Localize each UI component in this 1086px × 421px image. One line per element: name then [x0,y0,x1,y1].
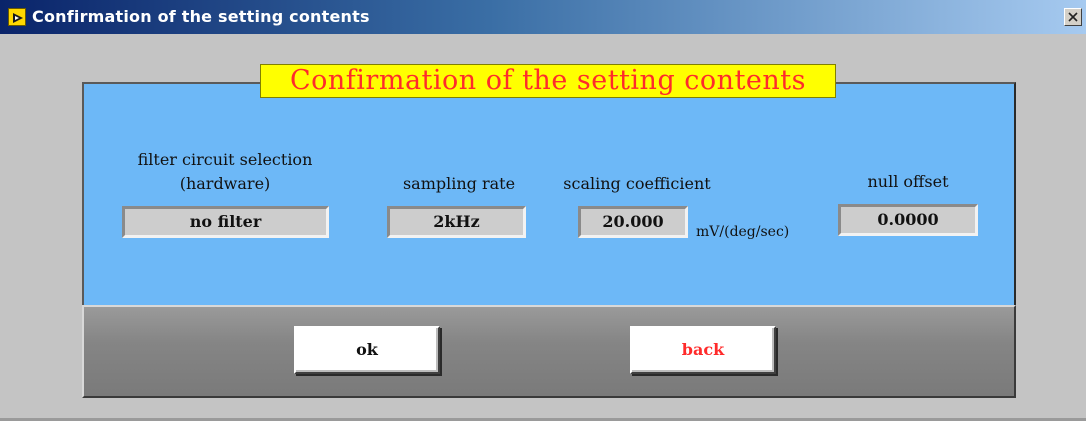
panel-heading: Confirmation of the setting contents [260,64,836,98]
app-icon[interactable] [8,8,26,26]
back-button[interactable]: back [630,326,776,374]
button-bar [82,305,1016,398]
sampling-rate-label: sampling rate [402,174,516,193]
scaling-coefficient-label: scaling coefficient [563,174,711,193]
filter-label-line2: (hardware) [179,174,271,193]
null-offset-value: 0.0000 [838,204,978,236]
title-bar[interactable]: Confirmation of the setting contents [0,0,1086,34]
settings-panel [82,82,1016,310]
window-title: Confirmation of the setting contents [32,7,370,26]
filter-label-line1: filter circuit selection [137,150,313,169]
sampling-rate-value: 2kHz [387,206,526,238]
close-icon[interactable] [1064,8,1082,26]
filter-value: no filter [122,206,329,238]
scaling-coefficient-value: 20.000 [578,206,688,238]
scaling-unit: mV/(deg/sec) [696,224,790,240]
null-offset-label: null offset [867,172,949,191]
ok-button[interactable]: ok [294,326,440,374]
